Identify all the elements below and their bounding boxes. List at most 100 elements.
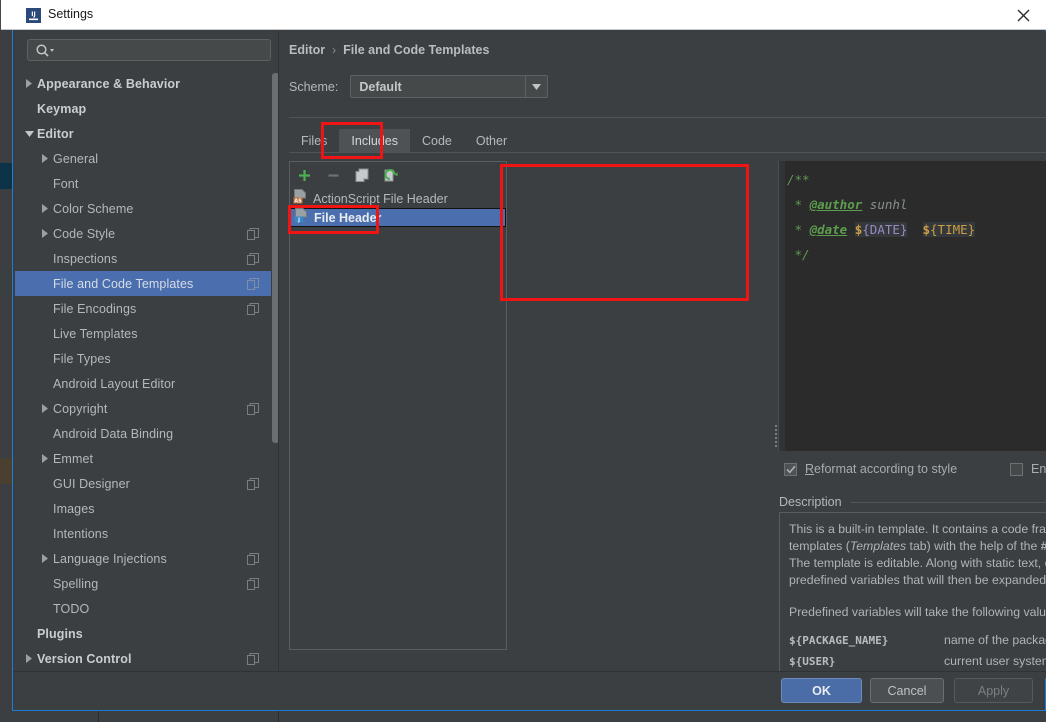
variable-meaning: name of the package in which the new fil… bbox=[944, 633, 1046, 647]
template-options-row: Reformat according to style Enable Live … bbox=[778, 454, 1046, 490]
sidebar-item-label: Live Templates bbox=[53, 326, 138, 341]
sidebar-item-label: File Encodings bbox=[53, 301, 137, 316]
template-list-panel: AS ActionScript File Header J File Header bbox=[289, 161, 507, 650]
description-box: This is a built-in template. It contains… bbox=[779, 512, 1046, 679]
template-list-item[interactable]: AS ActionScript File Header bbox=[290, 188, 506, 209]
sidebar-item-color-scheme[interactable]: Color Scheme bbox=[15, 196, 271, 221]
sidebar-item-appearance-behavior[interactable]: Appearance & Behavior bbox=[15, 71, 271, 96]
sidebar-item-spelling[interactable]: Spelling bbox=[15, 571, 271, 596]
template-list-toolbar bbox=[290, 162, 506, 188]
sidebar-item-copyright[interactable]: Copyright bbox=[15, 396, 271, 421]
reset-template-button[interactable] bbox=[383, 167, 400, 184]
project-scope-icon bbox=[247, 302, 259, 315]
breadcrumb-parent[interactable]: Editor bbox=[289, 43, 325, 57]
add-template-button[interactable] bbox=[296, 167, 313, 184]
cancel-button[interactable]: Cancel bbox=[870, 678, 944, 703]
tab-other[interactable]: Other bbox=[464, 129, 519, 153]
sidebar-item-editor[interactable]: Editor bbox=[15, 121, 271, 146]
project-scope-icon bbox=[247, 252, 259, 265]
apply-button[interactable]: Apply bbox=[954, 678, 1033, 703]
scheme-select[interactable]: Default bbox=[350, 75, 549, 98]
sidebar-item-label: Android Layout Editor bbox=[53, 376, 176, 391]
sidebar-item-label: Code Style bbox=[53, 226, 116, 241]
description-legend-line bbox=[851, 502, 1046, 503]
sidebar-item-version-control[interactable]: Version Control bbox=[15, 646, 271, 671]
settings-tree: Appearance & Behavior Keymap Editor General… bbox=[15, 71, 271, 671]
settings-dialog: IJ Settings Appearance & Behavior Keymap… bbox=[1, 0, 1046, 711]
sidebar-item-android-layout-editor[interactable]: Android Layout Editor bbox=[15, 371, 271, 396]
desktop-marker-cyan bbox=[0, 163, 12, 189]
project-scope-icon bbox=[247, 277, 259, 290]
sidebar-item-emmet[interactable]: Emmet bbox=[15, 446, 271, 471]
window-title: Settings bbox=[48, 7, 94, 21]
scheme-selected-value: Default bbox=[359, 79, 402, 94]
project-scope-icon bbox=[247, 227, 259, 240]
project-scope-icon bbox=[247, 402, 259, 415]
chevron-right-icon[interactable] bbox=[37, 196, 53, 221]
chevron-right-icon[interactable] bbox=[37, 221, 53, 246]
code-line: * @author sunhl bbox=[787, 197, 908, 212]
sidebar-item-language-injections[interactable]: Language Injections bbox=[15, 546, 271, 571]
sidebar-item-todo[interactable]: TODO bbox=[15, 596, 271, 621]
sidebar-item-intentions[interactable]: Intentions bbox=[15, 521, 271, 546]
sidebar-item-label: GUI Designer bbox=[53, 476, 130, 491]
sidebar-item-keymap[interactable]: Keymap bbox=[15, 96, 271, 121]
sidebar-item-file-encodings[interactable]: File Encodings bbox=[15, 296, 271, 321]
reformat-label: Reformat according to style bbox=[805, 462, 958, 476]
search-input[interactable] bbox=[27, 39, 271, 61]
sidebar-item-label: Version Control bbox=[37, 651, 132, 666]
sidebar-item-general[interactable]: General bbox=[15, 146, 271, 171]
settings-content-pane: Editor › File and Code Templates Scheme:… bbox=[279, 31, 1046, 679]
sidebar-item-inspections[interactable]: Inspections bbox=[15, 246, 271, 271]
description-variable-table: ${PACKAGE_NAME} name of the package in wh… bbox=[789, 632, 1046, 670]
template-list: AS ActionScript File Header J File Header bbox=[290, 188, 506, 649]
tab-files[interactable]: Files bbox=[289, 129, 339, 153]
sidebar-item-font[interactable]: Font bbox=[15, 171, 271, 196]
editor-code-content: /** * @author sunhl * @date ${DATE} ${TI… bbox=[787, 167, 976, 267]
chevron-right-icon[interactable] bbox=[21, 646, 37, 671]
ok-button[interactable]: OK bbox=[781, 678, 862, 703]
project-scope-icon bbox=[247, 577, 259, 590]
sidebar-item-file-types[interactable]: File Types bbox=[15, 346, 271, 371]
sidebar-item-plugins[interactable]: Plugins bbox=[15, 621, 271, 646]
copy-template-button[interactable] bbox=[354, 167, 371, 184]
template-list-item[interactable]: J File Header bbox=[290, 207, 506, 228]
sidebar-item-file-and-code-templates[interactable]: File and Code Templates bbox=[15, 271, 271, 296]
search-icon bbox=[35, 43, 55, 59]
chevron-right-icon[interactable] bbox=[37, 146, 53, 171]
dialog-button-bar: OK Cancel Apply bbox=[13, 672, 1045, 710]
scheme-row: Scheme: Default bbox=[289, 75, 549, 98]
sidebar-item-label: Images bbox=[53, 501, 95, 516]
template-name: ActionScript File Header bbox=[313, 191, 448, 206]
sidebar-item-gui-designer[interactable]: GUI Designer bbox=[15, 471, 271, 496]
sidebar-item-label: General bbox=[53, 151, 99, 166]
sidebar-item-live-templates[interactable]: Live Templates bbox=[15, 321, 271, 346]
remove-template-button[interactable] bbox=[325, 167, 342, 184]
sidebar-item-label: Emmet bbox=[53, 451, 94, 466]
description-legend: Description bbox=[779, 495, 848, 509]
live-templates-checkbox[interactable]: Enable Live Templates bbox=[1010, 462, 1046, 476]
template-code-editor[interactable]: /** * @author sunhl * @date ${DATE} ${TI… bbox=[778, 161, 1046, 451]
chevron-right-icon[interactable] bbox=[21, 71, 37, 96]
chevron-right-icon[interactable] bbox=[37, 396, 53, 421]
reformat-checkbox[interactable]: Reformat according to style bbox=[784, 462, 957, 476]
chevron-down-icon[interactable] bbox=[21, 121, 37, 146]
file-template-icon: J bbox=[294, 207, 308, 228]
sidebar-item-android-data-binding[interactable]: Android Data Binding bbox=[15, 421, 271, 446]
variable-meaning: current user system login name bbox=[944, 654, 1046, 668]
tab-includes[interactable]: Includes bbox=[339, 129, 410, 153]
tab-code[interactable]: Code bbox=[410, 129, 464, 153]
template-name: File Header bbox=[314, 210, 382, 225]
sidebar-item-label: File and Code Templates bbox=[53, 276, 194, 291]
chevron-right-icon[interactable] bbox=[37, 446, 53, 471]
project-scope-icon bbox=[247, 477, 259, 490]
close-icon[interactable] bbox=[1014, 6, 1034, 24]
sidebar-item-images[interactable]: Images bbox=[15, 496, 271, 521]
chevron-right-icon[interactable] bbox=[37, 546, 53, 571]
breadcrumb-separator-icon: › bbox=[332, 43, 337, 57]
sidebar-item-code-style[interactable]: Code Style bbox=[15, 221, 271, 246]
project-scope-icon bbox=[247, 552, 259, 565]
sidebar-item-label: Font bbox=[53, 176, 79, 191]
file-template-icon: AS bbox=[293, 188, 307, 209]
breadcrumb-current: File and Code Templates bbox=[343, 43, 490, 57]
